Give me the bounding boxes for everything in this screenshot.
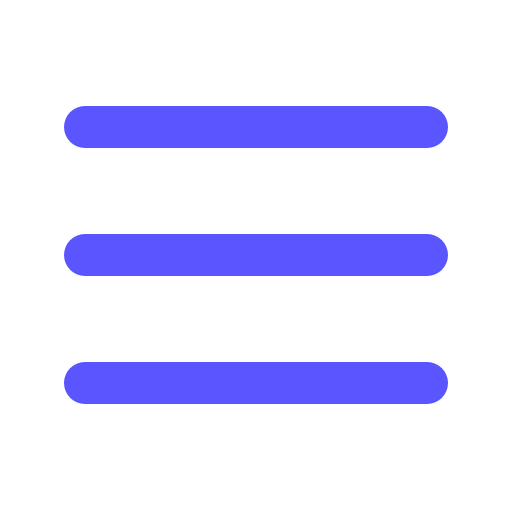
menu-bar-bottom xyxy=(64,362,448,404)
menu-bar-top xyxy=(64,106,448,148)
hamburger-menu-icon[interactable] xyxy=(0,0,512,512)
menu-bar-middle xyxy=(64,234,448,276)
icon-canvas xyxy=(0,0,512,512)
